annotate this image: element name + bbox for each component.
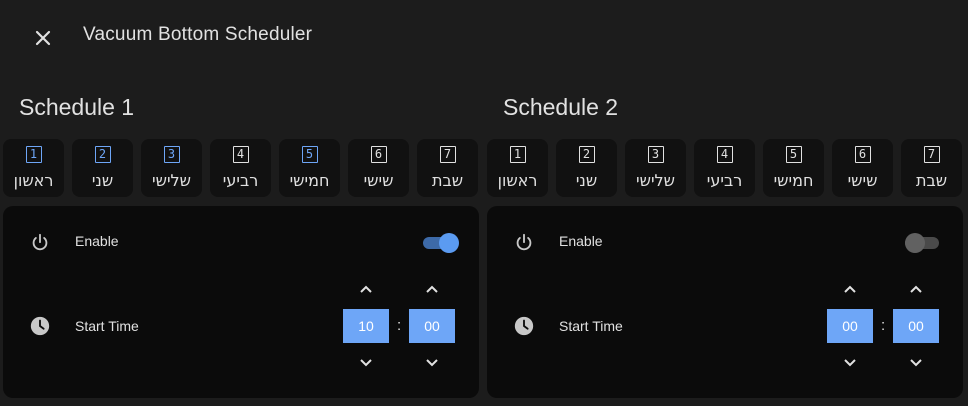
chevron-down-icon bbox=[360, 359, 372, 367]
day-label: ראשון bbox=[13, 171, 54, 190]
day-number-icon: 3 bbox=[163, 146, 180, 163]
schedule-card: Enable Start Time 10 : 00 bbox=[3, 206, 479, 398]
day-chip-4[interactable]: 4 רביעי bbox=[210, 139, 271, 197]
day-label: חמישי bbox=[289, 171, 330, 190]
day-number-icon: 1 bbox=[509, 146, 526, 163]
day-number-icon: 5 bbox=[785, 146, 802, 163]
dialog-header: Vacuum Bottom Scheduler bbox=[0, 0, 968, 70]
day-label: שבת bbox=[431, 171, 464, 190]
enable-toggle[interactable] bbox=[423, 233, 461, 253]
day-label: חמישי bbox=[773, 171, 814, 190]
chevron-up-icon bbox=[426, 285, 438, 293]
time-separator: : bbox=[881, 317, 886, 334]
minutes-decrement-button[interactable] bbox=[906, 353, 926, 373]
day-chip-2[interactable]: 2 שני bbox=[72, 139, 133, 197]
hours-input[interactable]: 00 bbox=[827, 309, 873, 343]
chevron-up-icon bbox=[360, 285, 372, 293]
day-label: רביעי bbox=[222, 171, 259, 190]
toggle-thumb bbox=[905, 233, 925, 253]
time-separator: : bbox=[397, 317, 402, 334]
day-label: שבת bbox=[915, 171, 948, 190]
day-chip-6[interactable]: 6 שישי bbox=[832, 139, 893, 197]
day-label: רביעי bbox=[706, 171, 743, 190]
day-number-icon: 6 bbox=[854, 146, 871, 163]
minutes-input[interactable]: 00 bbox=[893, 309, 939, 343]
day-selector: 1 ראשון 2 שני 3 שלישי 4 רביעי 5 חמישי 6 שישי 7 שבת bbox=[484, 139, 968, 197]
enable-toggle[interactable] bbox=[905, 233, 943, 253]
dialog-title: Vacuum Bottom Scheduler bbox=[83, 24, 313, 45]
power-icon bbox=[516, 233, 532, 251]
day-chip-7[interactable]: 7 שבת bbox=[417, 139, 478, 197]
schedule-title: Schedule 1 bbox=[19, 94, 135, 120]
hours-input[interactable]: 10 bbox=[343, 309, 389, 343]
clock-icon bbox=[514, 316, 534, 336]
day-chip-7[interactable]: 7 שבת bbox=[901, 139, 962, 197]
close-button[interactable] bbox=[27, 22, 59, 54]
day-chip-5[interactable]: 5 חמישי bbox=[279, 139, 340, 197]
minutes-increment-button[interactable] bbox=[422, 279, 442, 299]
toggle-thumb bbox=[439, 233, 459, 253]
enable-label: Enable bbox=[559, 233, 603, 249]
day-chip-4[interactable]: 4 רביעי bbox=[694, 139, 755, 197]
chevron-down-icon bbox=[844, 359, 856, 367]
scheduler-dialog: Vacuum Bottom Scheduler Schedule 1 1 ראשו… bbox=[0, 0, 968, 406]
hours-increment-button[interactable] bbox=[356, 279, 376, 299]
day-label: שני bbox=[91, 171, 114, 190]
day-number-icon: 7 bbox=[439, 146, 456, 163]
day-number-icon: 4 bbox=[232, 146, 249, 163]
day-number-icon: 7 bbox=[923, 146, 940, 163]
day-number-icon: 2 bbox=[94, 146, 111, 163]
day-number-icon: 4 bbox=[716, 146, 733, 163]
day-label: שלישי bbox=[636, 171, 675, 190]
power-icon bbox=[32, 233, 48, 251]
day-number-icon: 2 bbox=[578, 146, 595, 163]
hours-increment-button[interactable] bbox=[840, 279, 860, 299]
minutes-decrement-button[interactable] bbox=[422, 353, 442, 373]
minutes-increment-button[interactable] bbox=[906, 279, 926, 299]
start-time-label: Start Time bbox=[559, 318, 623, 334]
enable-label: Enable bbox=[75, 233, 119, 249]
day-chip-2[interactable]: 2 שני bbox=[556, 139, 617, 197]
day-number-icon: 6 bbox=[370, 146, 387, 163]
day-chip-1[interactable]: 1 ראשון bbox=[3, 139, 64, 197]
day-chip-1[interactable]: 1 ראשון bbox=[487, 139, 548, 197]
day-label: שני bbox=[575, 171, 598, 190]
day-chip-6[interactable]: 6 שישי bbox=[348, 139, 409, 197]
day-label: שלישי bbox=[152, 171, 191, 190]
minutes-input[interactable]: 00 bbox=[409, 309, 455, 343]
day-selector: 1 ראשון 2 שני 3 שלישי 4 רביעי 5 חמישי 6 שישי 7 שבת bbox=[0, 139, 484, 197]
day-chip-5[interactable]: 5 חמישי bbox=[763, 139, 824, 197]
hours-decrement-button[interactable] bbox=[356, 353, 376, 373]
schedule-title: Schedule 2 bbox=[503, 94, 619, 120]
chevron-down-icon bbox=[910, 359, 922, 367]
day-label: ראשון bbox=[497, 171, 538, 190]
day-number-icon: 5 bbox=[301, 146, 318, 163]
chevron-up-icon bbox=[844, 285, 856, 293]
start-time-label: Start Time bbox=[75, 318, 139, 334]
hours-decrement-button[interactable] bbox=[840, 353, 860, 373]
chevron-up-icon bbox=[910, 285, 922, 293]
day-chip-3[interactable]: 3 שלישי bbox=[625, 139, 686, 197]
day-number-icon: 3 bbox=[647, 146, 664, 163]
clock-icon bbox=[30, 316, 50, 336]
day-chip-3[interactable]: 3 שלישי bbox=[141, 139, 202, 197]
day-label: שישי bbox=[847, 171, 878, 190]
day-number-icon: 1 bbox=[25, 146, 42, 163]
close-icon bbox=[35, 30, 51, 46]
schedule-card: Enable Start Time 00 : 00 bbox=[487, 206, 963, 398]
day-label: שישי bbox=[363, 171, 394, 190]
chevron-down-icon bbox=[426, 359, 438, 367]
